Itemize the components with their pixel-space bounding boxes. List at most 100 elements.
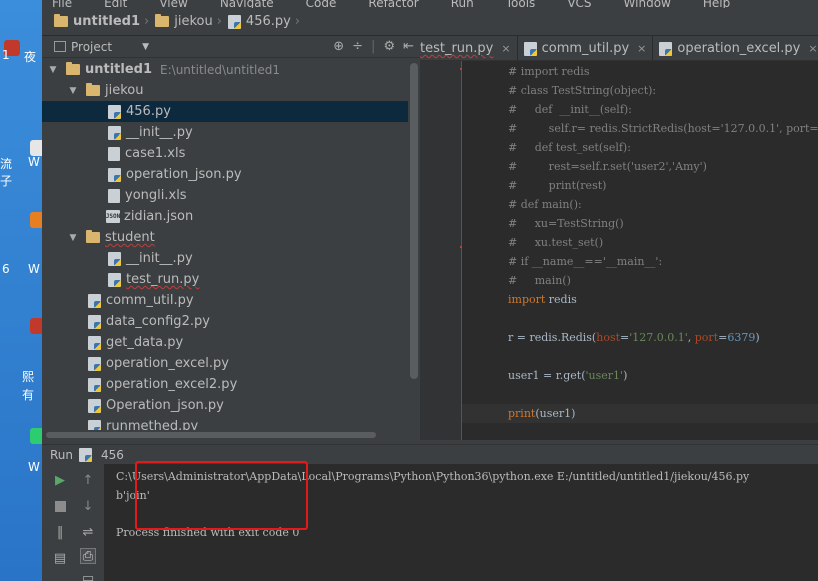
run-config-name[interactable]: 456 [101,448,124,462]
rerun-icon[interactable]: ▶ [52,472,68,488]
code-line[interactable]: # xu.test_set() [462,233,818,252]
tab-operation-excel-py[interactable]: operation_excel.py × [653,36,818,60]
up-arrow-icon[interactable]: ↑ [80,472,96,488]
menu-edit[interactable]: Edit [104,0,127,8]
scrollbar-thumb[interactable] [46,432,376,438]
tree-vertical-scrollbar[interactable] [408,59,420,439]
tab-label: comm_util.py [541,41,630,56]
tree-item-label: 456.py [126,104,171,119]
menu-refactor[interactable]: Refactor [368,0,418,8]
breadcrumb-item[interactable]: untitled1 › [54,14,155,29]
tree-item-get-data-py[interactable]: get_data.py [42,332,408,353]
menu-window[interactable]: Window [624,0,671,8]
down-arrow-icon[interactable]: ↓ [80,498,96,514]
menu-run[interactable]: Run [451,0,474,8]
menu-code[interactable]: Code [306,0,337,8]
menu-file[interactable]: File [52,0,72,8]
desktop-label: 1 [2,48,10,62]
folder-icon [86,230,100,243]
menu-view[interactable]: View [159,0,187,8]
scrollbar-thumb[interactable] [410,63,418,379]
tree-item-init-py[interactable]: __init__.py [42,248,408,269]
stop-icon[interactable] [52,498,68,514]
menu-vcs[interactable]: VCS [567,0,591,8]
tab-test-run-py[interactable]: test_run.py × [420,36,518,60]
file-icon [108,146,120,161]
desktop-app-icon[interactable] [30,212,42,228]
code-token: # import redis [508,65,590,78]
code-line[interactable]: # print(rest) [462,176,818,195]
expand-arrow-icon[interactable]: ▼ [48,65,58,75]
code-editor[interactable]: # import redis # class TestString(object)… [462,61,818,440]
close-icon[interactable]: × [637,42,646,55]
code-token: , [687,331,695,344]
close-icon[interactable]: × [808,42,817,55]
code-line[interactable]: import redis [462,290,818,309]
code-line[interactable]: # self.r= redis.StrictRedis(host='127.0.… [462,119,818,138]
chevron-down-icon[interactable]: ▼ [142,42,149,52]
code-line[interactable]: # def test_set(self): [462,138,818,157]
code-line[interactable]: # if __name__=='__main__': [462,252,818,271]
desktop-label: W [28,155,40,169]
tree-item-jiekou[interactable]: ▼ jiekou [42,80,408,101]
code-token: r = redis.Redis( [508,331,597,344]
collapse-icon[interactable]: ÷ [352,39,363,54]
code-line[interactable]: r = redis.Redis(host='127.0.0.1', port=6… [462,328,818,347]
tree-item-label: student [105,230,155,245]
expand-arrow-icon[interactable]: ▼ [68,86,78,96]
print-icon[interactable]: ⎙ [80,548,96,564]
menu-navigate[interactable]: Navigate [220,0,274,8]
desktop-app-icon[interactable] [30,140,42,156]
project-panel-title[interactable]: Project [71,40,112,54]
tree-horizontal-scrollbar[interactable] [42,430,408,439]
hide-panel-icon[interactable]: ⇤ [403,39,414,54]
code-line[interactable]: print(user1) [462,404,818,423]
menu-help[interactable]: Help [703,0,730,8]
code-token: host [596,331,621,344]
code-line[interactable] [462,347,818,366]
tab-comm-util-py[interactable]: comm_util.py × [518,36,654,60]
code-line[interactable]: # import redis [462,62,818,81]
code-line[interactable] [462,385,818,404]
code-line[interactable]: # def main(): [462,195,818,214]
close-icon[interactable]: × [501,42,510,55]
code-line[interactable]: user1 = r.get('user1') [462,366,818,385]
tree-item-operation-json-py[interactable]: operation_json.py [42,164,408,185]
tree-item-456-py[interactable]: 456.py [42,101,408,122]
tree-item-case1-xls[interactable]: case1.xls [42,143,408,164]
gear-icon[interactable]: ⚙ [383,39,395,54]
tree-item-comm-util-py[interactable]: comm_util.py [42,290,408,311]
tree-item-student[interactable]: ▼ student [42,227,408,248]
python-file-icon [88,398,101,413]
folder-icon [54,14,68,27]
breadcrumb-item[interactable]: jiekou › [155,14,228,29]
tree-item-zidian-json[interactable]: JSON zidian.json [42,206,408,227]
code-line[interactable]: # main() [462,271,818,290]
code-line[interactable] [462,309,818,328]
tree-item-operation-excel-py[interactable]: operation_excel.py [42,353,408,374]
tree-item-operation-json-py-root[interactable]: Operation_json.py [42,395,408,416]
soft-wrap-icon[interactable]: ⇌ [80,524,96,540]
tree-item-data-config2-py[interactable]: data_config2.py [42,311,408,332]
tree-item-yongli-xls[interactable]: yongli.xls [42,185,408,206]
code-line[interactable]: # class TestString(object): [462,81,818,100]
tree-item-operation-excel2-py[interactable]: operation_excel2.py [42,374,408,395]
breadcrumb-item[interactable]: 456.py › [227,14,306,29]
tree-item-untitled1[interactable]: ▼ untitled1 E:\untitled\untitled1 [42,59,408,80]
code-line[interactable]: # rest=self.r.set('user2','Amy') [462,157,818,176]
project-tree: ▼ untitled1 E:\untitled\untitled1 ▼ jiek… [42,59,408,439]
code-line[interactable]: # xu=TestString() [462,214,818,233]
pause-icon[interactable]: ‖ [52,524,68,540]
run-panel-title: Run [50,447,74,462]
trash-icon[interactable]: ▭ [80,570,96,581]
expand-arrow-icon[interactable]: ▼ [68,233,78,243]
layout-icon[interactable]: ▤ [52,550,68,566]
tree-item-test-run-py[interactable]: test_run.py [42,269,408,290]
menu-tools[interactable]: Tools [506,0,536,8]
tree-item-label: case1.xls [125,146,186,161]
code-line[interactable]: # def __init__(self): [462,100,818,119]
desktop-app-icon[interactable] [30,428,42,444]
desktop-app-icon[interactable] [30,318,42,334]
tree-item-init-py[interactable]: __init__.py [42,122,408,143]
target-icon[interactable]: ⊕ [333,39,344,54]
